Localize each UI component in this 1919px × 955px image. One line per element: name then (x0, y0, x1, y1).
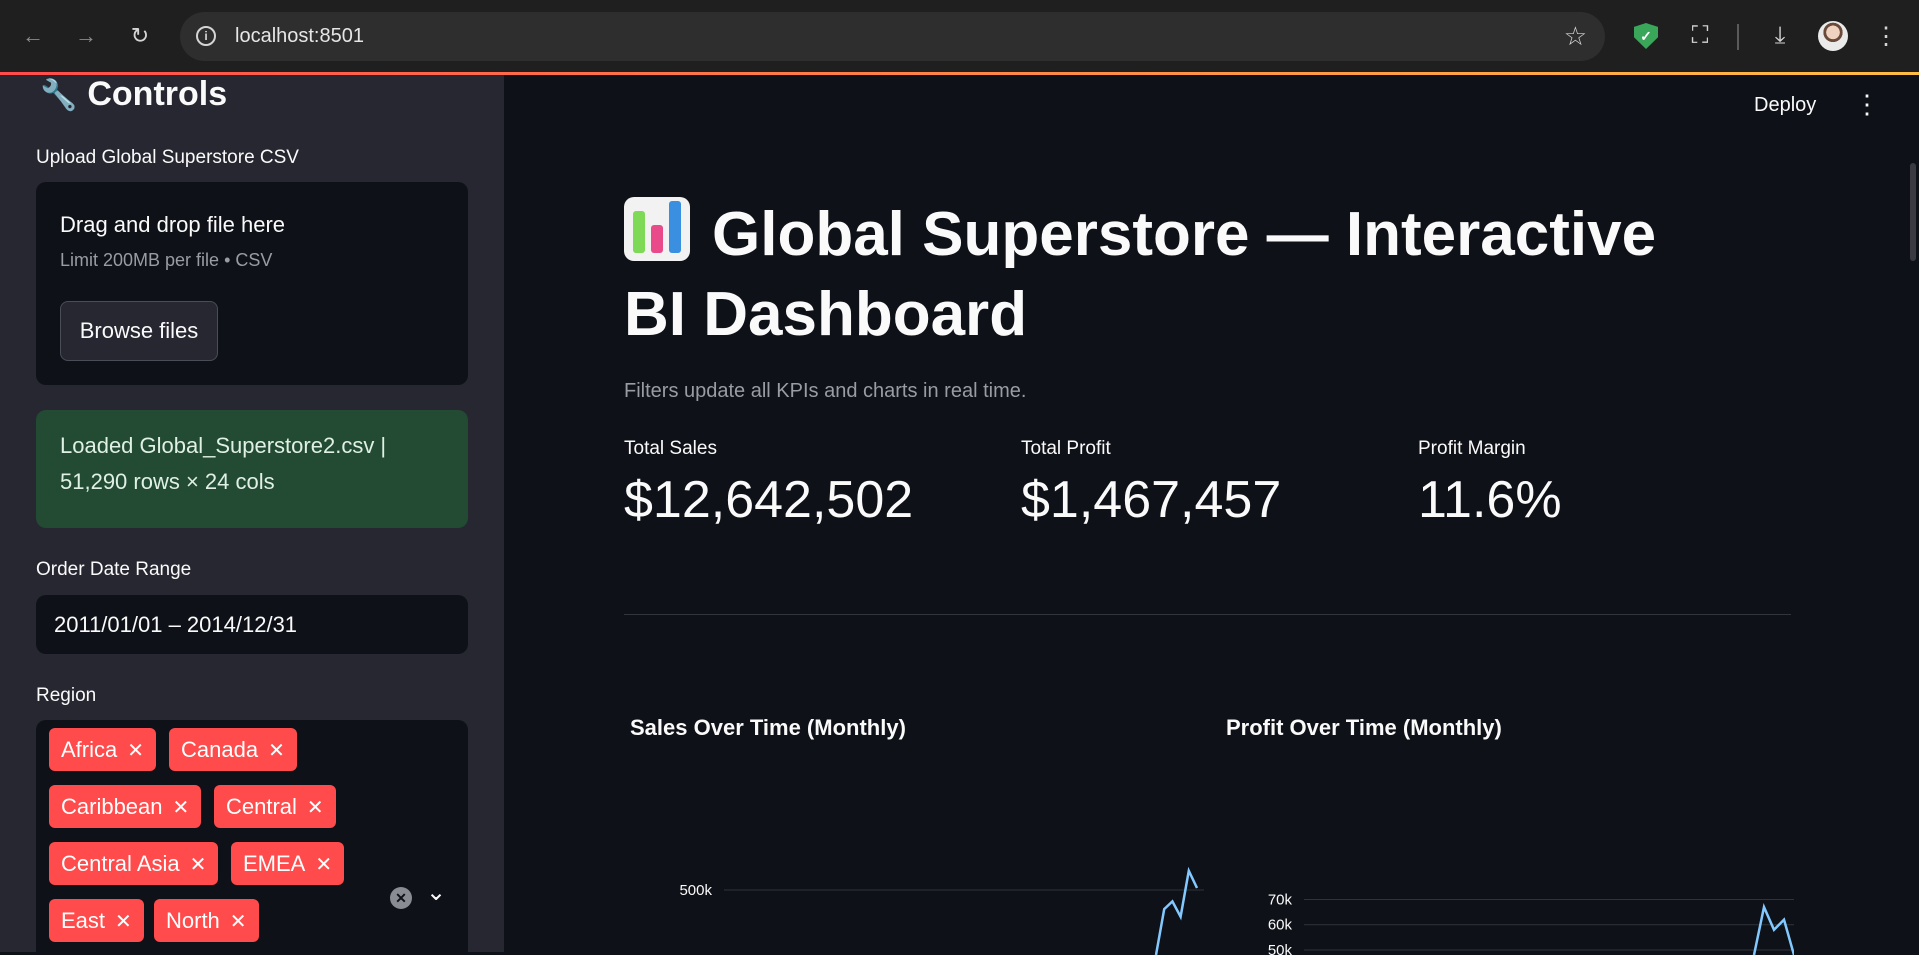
region-tag[interactable]: Caribbean ✕ (49, 785, 202, 828)
scrollbar[interactable] (1910, 163, 1916, 261)
region-tag[interactable]: Africa ✕ (49, 728, 157, 771)
profile-avatar[interactable] (1815, 18, 1851, 54)
region-tag-label: Central Asia (61, 851, 180, 876)
sidebar-title: 🔧 Controls (40, 75, 227, 114)
region-tag-label: Central (226, 794, 297, 819)
kpi-total-profit: Total Profit $1,467,457 (1021, 438, 1281, 530)
region-tag-label: East (61, 908, 106, 933)
back-arrow-icon[interactable]: ← (17, 20, 49, 52)
kpi-label: Profit Margin (1418, 438, 1526, 459)
region-tag-label: EMEA (243, 851, 306, 876)
deploy-button[interactable]: Deploy (1754, 94, 1816, 117)
reload-icon[interactable]: ↻ (124, 20, 156, 52)
toolbar-divider (1737, 24, 1739, 50)
clear-all-icon[interactable]: ✕ (390, 887, 412, 909)
page-title-text: Global Superstore — Interactive BI Dashb… (624, 200, 1657, 349)
extensions-puzzle-icon[interactable]: ⛶ (1682, 18, 1718, 54)
main-menu-icon[interactable]: ⋮ (1854, 89, 1880, 120)
remove-tag-icon[interactable]: ✕ (173, 797, 190, 819)
series-line[interactable] (1154, 866, 1199, 955)
kpi-value: 11.6% (1418, 471, 1562, 529)
y-tick-label: 70k (1268, 892, 1293, 909)
y-tick-label: 60k (1268, 917, 1293, 934)
file-dropzone[interactable]: Drag and drop file here Limit 200MB per … (36, 182, 468, 385)
browse-files-button[interactable]: Browse files (60, 301, 218, 361)
dropzone-limit-text: Limit 200MB per file • CSV (60, 250, 273, 270)
remove-tag-icon[interactable]: ✕ (230, 911, 247, 933)
series-line[interactable] (1752, 903, 1794, 955)
region-tag-label: Canada (181, 737, 259, 762)
remove-tag-icon[interactable]: ✕ (127, 740, 144, 762)
dropzone-text: Drag and drop file here (60, 212, 286, 237)
region-tag[interactable]: East ✕ (49, 899, 144, 942)
sidebar: 🔧 Controls Upload Global Superstore CSV D… (0, 75, 504, 952)
success-alert: Loaded Global_Superstore2.csv | 51,290 r… (36, 410, 468, 528)
kpi-profit-margin: Profit Margin 11.6% (1418, 438, 1562, 530)
date-range-input[interactable]: 2011/01/01 – 2014/12/31 (36, 595, 468, 654)
remove-tag-icon[interactable]: ✕ (307, 797, 324, 819)
region-tag[interactable]: North ✕ (154, 899, 259, 942)
profit-line-chart[interactable]: 70k 60k 50k (1214, 880, 1794, 955)
download-icon[interactable]: ⤓ (1762, 18, 1798, 54)
region-tag[interactable]: Central ✕ (214, 785, 336, 828)
divider (624, 614, 1791, 615)
remove-tag-icon[interactable]: ✕ (315, 854, 332, 876)
upload-label: Upload Global Superstore CSV (36, 147, 299, 168)
remove-tag-icon[interactable]: ✕ (190, 854, 207, 876)
region-tag-label: Africa (61, 737, 118, 762)
wrench-icon: 🔧 (40, 79, 78, 112)
region-label: Region (36, 685, 97, 706)
chevron-down-icon[interactable]: ⌄ (426, 878, 446, 907)
remove-tag-icon[interactable]: ✕ (268, 740, 285, 762)
y-tick-label: 500k (679, 882, 712, 899)
y-tick-label: 50k (1268, 942, 1293, 955)
kpi-total-sales: Total Sales $12,642,502 (624, 438, 913, 530)
region-tag[interactable]: Central Asia ✕ (49, 842, 219, 885)
bookmark-star-icon[interactable]: ☆ (1564, 21, 1587, 52)
sales-line-chart[interactable]: 500k (624, 865, 1204, 955)
bar-chart-icon (624, 197, 690, 261)
page-title: Global Superstore — Interactive BI Dashb… (624, 195, 1724, 355)
sales-chart-title: Sales Over Time (Monthly) (630, 715, 906, 740)
page-subtitle: Filters update all KPIs and charts in re… (624, 380, 1027, 402)
main-content: Deploy ⋮ Global Superstore — Interactive… (504, 75, 1919, 955)
kpi-label: Total Sales (624, 438, 717, 459)
region-multiselect[interactable]: Africa ✕ Canada ✕ Caribbean ✕ Central ✕ Cent… (36, 720, 468, 952)
browser-menu-icon[interactable]: ⋮ (1868, 18, 1904, 54)
profit-chart-title: Profit Over Time (Monthly) (1226, 715, 1502, 740)
forward-arrow-icon[interactable]: → (70, 20, 102, 52)
region-tag-label: North (166, 908, 220, 933)
date-range-label: Order Date Range (36, 559, 192, 580)
remove-tag-icon[interactable]: ✕ (115, 911, 132, 933)
region-tag[interactable]: EMEA ✕ (231, 842, 345, 885)
shield-extension-icon[interactable]: ✓ (1628, 18, 1664, 54)
kpi-label: Total Profit (1021, 438, 1111, 459)
url-text[interactable]: localhost:8501 (235, 25, 364, 48)
sidebar-title-text: Controls (87, 75, 228, 113)
kpi-value: $1,467,457 (1021, 471, 1282, 529)
site-info-icon[interactable]: i (196, 26, 216, 46)
region-tag-label: Caribbean (61, 794, 163, 819)
kpi-value: $12,642,502 (624, 471, 914, 529)
address-bar[interactable]: i localhost:8501 ☆ (180, 12, 1605, 61)
browser-toolbar: ← → ↻ i localhost:8501 ☆ ✓ ⛶ ⤓ ⋮ (0, 0, 1919, 74)
region-tag[interactable]: Canada ✕ (169, 728, 297, 771)
